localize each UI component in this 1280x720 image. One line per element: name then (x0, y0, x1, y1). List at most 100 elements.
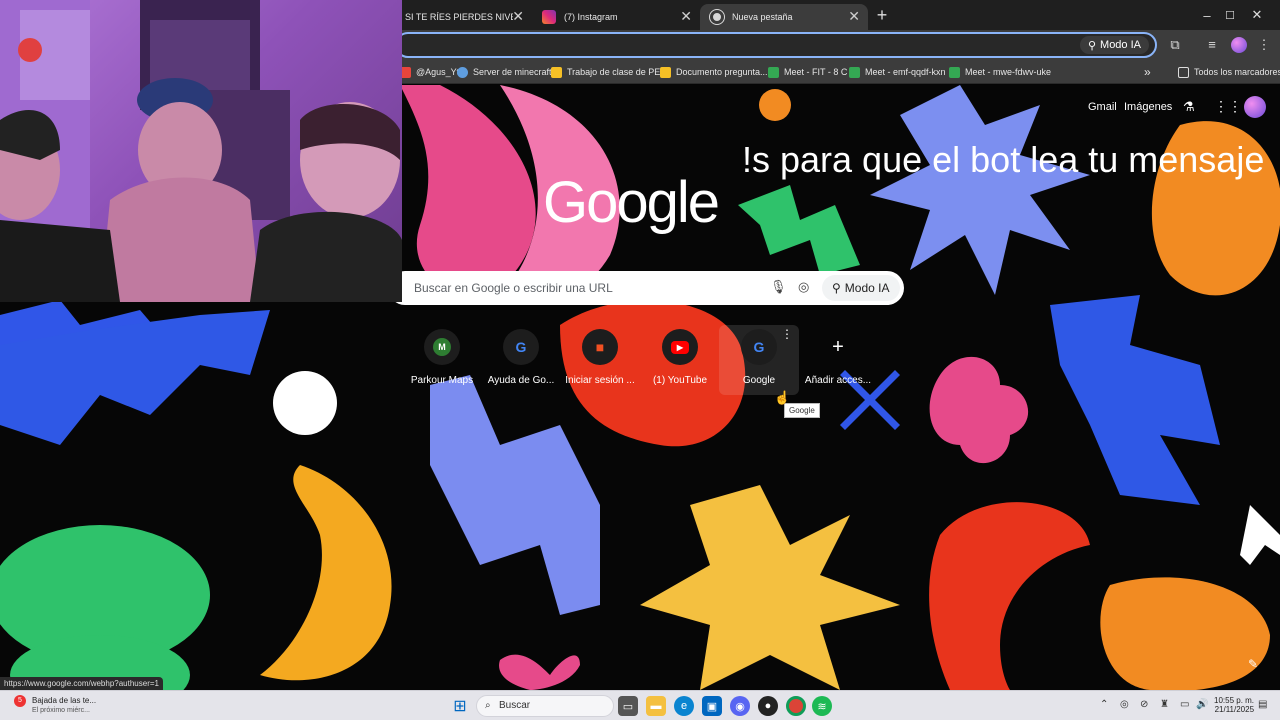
parkour-maps-icon: M (433, 338, 451, 356)
shortcut-favicon-icon: M (424, 329, 460, 365)
ai-search-icon: ⚲ (832, 281, 841, 295)
close-window-button[interactable]: ✕ (1234, 0, 1280, 30)
bookmark-item[interactable]: Meet - emf-qqdf-kxn (849, 64, 946, 80)
tray-app-icon[interactable]: ⊘ (1140, 699, 1148, 710)
taskbar-search-label: Buscar (499, 700, 531, 711)
bookmark-item[interactable]: Meet - mwe-fdwv-uke (949, 64, 1051, 80)
shortcut-label: Parkour Maps (410, 375, 474, 386)
bookmark-favicon-icon (457, 66, 468, 78)
instagram-favicon-icon (542, 10, 556, 24)
close-tab-icon[interactable]: ✕ (848, 8, 860, 25)
shortcut-google[interactable]: G Google ⋮ (719, 325, 799, 395)
network-icon[interactable]: ▭ (1180, 699, 1189, 710)
tab-instagram[interactable]: (7) Instagram ✕ (532, 4, 700, 30)
close-tab-icon[interactable]: ✕ (680, 8, 692, 25)
shortcut-youtube[interactable]: ▶ (1) YouTube (640, 325, 720, 395)
google-g-icon: G (741, 329, 777, 365)
modo-ia-label: Modo IA (1100, 39, 1141, 51)
lens-camera-icon[interactable]: ◎ (798, 279, 809, 295)
tray-app-icon[interactable]: ♜ (1160, 699, 1169, 710)
images-link[interactable]: Imágenes (1124, 101, 1172, 113)
bookmark-item[interactable]: Meet - FIT - 8 C (768, 64, 847, 80)
clock[interactable]: 10:55 p. m. 21/11/2025 (1214, 696, 1254, 714)
bookmark-label: Meet - FIT - 8 C (784, 67, 848, 77)
task-view-icon[interactable]: ▭ (618, 696, 638, 716)
stream-overlay-message: !s para que el bot lea tu mensaje (742, 139, 1265, 180)
modo-ia-button[interactable]: ⚲ Modo IA (1079, 36, 1149, 54)
menu-dots-icon[interactable]: ⋮ (1255, 36, 1273, 54)
shortcut-more-icon[interactable]: ⋮ (781, 327, 793, 341)
file-explorer-icon[interactable]: ▬ (646, 696, 666, 716)
shortcut-add[interactable]: + Añadir acces... (798, 325, 878, 395)
add-icon: + (832, 335, 844, 358)
bookmark-item[interactable]: Trabajo de clase de PE... (551, 64, 668, 80)
store-icon[interactable]: ▣ (702, 696, 722, 716)
bookmarks-overflow-button[interactable]: » (1144, 64, 1151, 80)
shortcut-label: (1) YouTube (652, 375, 708, 386)
microphone-icon[interactable]: 🎙 (770, 279, 787, 295)
apps-grid-icon[interactable]: ⋮⋮ (1214, 98, 1242, 115)
bookmark-item[interactable]: Server de minecraft (457, 64, 552, 80)
widget-title[interactable]: Bajada de las te... (32, 696, 96, 705)
shortcut-label: Iniciar sesión ... (565, 375, 635, 386)
edge-icon[interactable]: e (674, 696, 694, 716)
bookmark-item[interactable]: Documento pregunta... (660, 64, 768, 80)
tab-youtube-video[interactable]: SI TE RÍES PIERDES NIVEL DIOS ✕ (395, 4, 532, 30)
widget-subtitle: El próximo miérc... (32, 707, 90, 714)
all-bookmarks-label: Todos los marcadores (1194, 67, 1280, 77)
bookmark-label: Meet - emf-qqdf-kxn (865, 67, 946, 77)
media-control-icon[interactable]: ≡ (1203, 36, 1221, 54)
all-bookmarks-button[interactable]: Todos los marcadores (1178, 64, 1280, 80)
screen: SI TE RÍES PIERDES NIVEL DIOS ✕ (7) Inst… (0, 0, 1280, 720)
shortcut-label: Google (742, 375, 776, 386)
youtube-icon: ▶ (662, 329, 698, 365)
shortcut-iniciar-sesion[interactable]: ■ Iniciar sesión ... (560, 325, 640, 395)
address-bar[interactable]: ⚲ Modo IA (395, 32, 1157, 58)
discord-icon[interactable]: ◉ (730, 696, 750, 716)
ai-search-icon: ⚲ (1087, 39, 1097, 52)
webcam-overlay (0, 0, 402, 302)
tab-title: SI TE RÍES PIERDES NIVEL DIOS (405, 12, 513, 22)
close-tab-icon[interactable]: ✕ (512, 8, 524, 25)
shortcut-label: Ayuda de Go... (487, 375, 555, 386)
tab-title: (7) Instagram (564, 12, 618, 22)
search-box[interactable]: Buscar en Google o escribir una URL 🎙 ◎ … (388, 271, 904, 305)
bookmark-label: Meet - mwe-fdwv-uke (965, 67, 1052, 77)
meet-icon (949, 66, 960, 78)
spotify-icon[interactable]: ≋ (812, 696, 832, 716)
customize-pencil-icon[interactable]: ✎ (1248, 657, 1258, 671)
obs-icon[interactable]: ● (758, 696, 778, 716)
new-tab-button[interactable]: + (872, 5, 892, 25)
windows-start-icon[interactable]: ⊞ (450, 696, 470, 716)
status-url-bubble: https://www.google.com/webhp?authuser=1 (0, 677, 163, 690)
shortcut-ayuda-google[interactable]: G Ayuda de Go... (481, 325, 561, 395)
youtube-play-icon: ▶ (671, 340, 689, 354)
bookmark-item[interactable]: @Agus_Yt (400, 64, 459, 80)
meet-icon (849, 66, 860, 78)
meet-icon (768, 66, 779, 78)
tab-new-tab[interactable]: Nueva pestaña ✕ (700, 4, 868, 30)
cursor-hand-icon: ☝ (774, 390, 791, 405)
gmail-link[interactable]: Gmail (1088, 101, 1117, 113)
modo-ia-search-button[interactable]: ⚲ Modo IA (822, 275, 900, 301)
shortcut-label: Añadir acces... (804, 375, 872, 386)
clock-date: 21/11/2025 (1214, 705, 1255, 714)
google-g-icon: G (503, 329, 539, 365)
tray-overflow-icon[interactable]: ⌃ (1100, 699, 1108, 710)
notification-center-icon[interactable]: ▤ (1258, 699, 1267, 710)
chrome-icon[interactable] (786, 696, 806, 716)
tray-app-icon[interactable]: ◎ (1120, 699, 1129, 710)
bookmark-label: @Agus_Yt (416, 67, 460, 77)
taskbar-search[interactable]: ⌕ Buscar (476, 695, 614, 717)
extensions-icon[interactable]: ⧉ (1166, 36, 1184, 54)
webcam-feed-image (0, 0, 402, 302)
shortcut-parkour-maps[interactable]: M Parkour Maps (402, 325, 482, 395)
account-avatar[interactable] (1244, 96, 1266, 118)
labs-flask-icon[interactable]: ⚗ (1183, 99, 1195, 115)
bookmark-label: Documento pregunta... (676, 67, 768, 77)
tab-title: Nueva pestaña (732, 12, 793, 22)
chrome-favicon-icon (709, 9, 725, 25)
volume-icon[interactable]: 🔊 (1196, 699, 1208, 710)
clock-time: 10:55 p. m. (1214, 696, 1255, 705)
profile-avatar[interactable] (1231, 37, 1247, 53)
